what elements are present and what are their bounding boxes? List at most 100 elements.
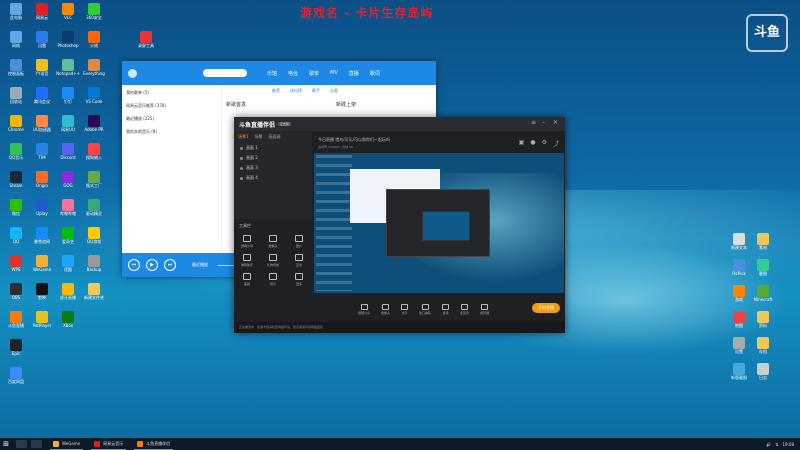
scene-item[interactable]: 画面 3 — [234, 163, 312, 173]
desktop-icon[interactable]: Uplay — [29, 198, 55, 228]
desktop-icon[interactable]: Xbox — [55, 310, 81, 340]
tool-button[interactable]: 音乐 — [260, 273, 286, 286]
minimize-icon[interactable]: – — [542, 120, 548, 126]
start-live-button[interactable]: 开始直播 — [532, 303, 560, 313]
taskbar-app[interactable]: 网易云音乐 — [91, 438, 127, 450]
task-view-icon[interactable] — [31, 440, 42, 448]
desktop-icon[interactable]: 百度网盘 — [3, 366, 29, 396]
live-streaming-window[interactable]: 斗鱼直播伴侣 正式版 ≡ – ✕ 今日直播 猎鸟/可乐/可以和你们一起玩吗 房间… — [234, 117, 565, 333]
desktop-icon[interactable]: YY语音 — [29, 58, 55, 88]
desktop-icon[interactable]: GOG — [55, 170, 81, 200]
music-subtab[interactable]: 分类 — [330, 88, 338, 94]
desktop-icon[interactable]: OBS — [3, 282, 29, 312]
sidebar-item[interactable]: 我的歌单 (5) — [126, 90, 217, 96]
desktop-icon[interactable]: 此电脑 — [3, 2, 29, 32]
tool-button[interactable]: 摄像头 — [260, 235, 286, 248]
desktop-icon[interactable]: 优酷 — [55, 254, 81, 284]
source-button[interactable]: 麦克风 — [460, 303, 469, 315]
tool-button[interactable]: 美颜 — [234, 273, 260, 286]
desktop-icon[interactable]: Adobe PR — [81, 114, 107, 144]
desktop-icon[interactable]: 录屏工具 — [133, 30, 159, 60]
desktop-icon[interactable]: WeGame — [29, 254, 55, 284]
source-button[interactable]: 文字 — [401, 303, 409, 315]
sidebar-item[interactable]: 网易云音乐推荐 (178) — [126, 103, 217, 109]
desktop-icon[interactable]: 360安全 — [81, 2, 107, 32]
windows-start-icon[interactable]: ⊞ — [0, 438, 12, 450]
desktop-icon[interactable]: 日志 — [750, 362, 776, 392]
network-icon[interactable]: ⇅ — [775, 442, 778, 447]
eye-icon[interactable] — [240, 146, 243, 150]
user-avatar[interactable] — [128, 68, 137, 78]
desktop-icon[interactable]: QQ音乐 — [3, 142, 29, 172]
desktop-icon[interactable]: Everything — [81, 58, 107, 88]
source-button[interactable]: 游戏 — [442, 303, 450, 315]
eye-icon[interactable] — [240, 166, 243, 170]
desktop-icon[interactable]: Photoshop — [55, 30, 81, 60]
taskbar-app[interactable]: WeGame — [50, 438, 84, 450]
desktop-icon[interactable]: 网易云 — [29, 2, 55, 32]
desktop-icon[interactable]: Epic — [3, 338, 29, 368]
desktop-icon[interactable]: 微信 — [3, 198, 29, 228]
share-icon[interactable]: ⤴ — [553, 139, 559, 148]
desktop-icon[interactable]: 控制面板 — [3, 58, 29, 88]
scene-tab[interactable]: 画面源 — [269, 134, 281, 140]
volume-icon[interactable]: 🔊 — [766, 442, 771, 447]
desktop-icon[interactable]: 斗鱼直播 — [3, 310, 29, 340]
screenshot-icon[interactable]: ▣ — [519, 139, 525, 148]
source-button[interactable]: 扬声器 — [480, 303, 489, 315]
menu-icon[interactable]: ≡ — [531, 120, 537, 126]
desktop-icon[interactable]: 网络 — [3, 30, 29, 60]
desktop-icon[interactable]: Discord — [55, 142, 81, 172]
desktop-icon[interactable]: 搜狗输入 — [81, 142, 107, 172]
desktop-icon[interactable]: WPS — [3, 254, 29, 284]
desktop-icon[interactable]: 火绒 — [81, 30, 107, 60]
tool-button[interactable]: 礼物特效 — [260, 254, 286, 267]
music-tab[interactable]: 歌词 — [370, 70, 380, 77]
prev-track-button[interactable]: ⏮ — [128, 259, 140, 271]
desktop-icon[interactable]: 回收站 — [3, 86, 29, 116]
sidebar-item[interactable]: 我的本地音乐 (8) — [126, 129, 217, 135]
desktop-icon[interactable]: VLC — [55, 2, 81, 32]
eye-icon[interactable] — [240, 156, 243, 160]
source-button[interactable]: 窗口捕获 — [419, 303, 431, 315]
desktop-icon[interactable]: 新建文件夹 — [81, 282, 107, 312]
music-tab[interactable]: MV — [330, 70, 338, 77]
music-search-input[interactable] — [203, 69, 247, 77]
desktop-icon[interactable]: Notepad++ — [55, 58, 81, 88]
music-subtab[interactable]: 排行榜 — [290, 88, 302, 94]
desktop-icon[interactable]: 剪映 — [29, 282, 55, 312]
scene-tab[interactable]: 场景 — [255, 134, 263, 140]
desktop-icon[interactable]: 网易UU — [55, 114, 81, 144]
search-icon[interactable] — [16, 440, 27, 448]
desktop-icon[interactable]: QQ — [3, 226, 29, 256]
desktop-icon[interactable]: 格式工厂 — [81, 170, 107, 200]
desktop-icon[interactable]: 爱奇艺 — [55, 226, 81, 256]
scene-tab[interactable]: 场景1 — [238, 134, 249, 140]
next-track-button[interactable]: ⏭ — [164, 259, 176, 271]
tool-button[interactable]: 互动 — [286, 254, 312, 267]
desktop-icon[interactable]: Origin — [29, 170, 55, 200]
scene-item[interactable]: 画面 4 — [234, 173, 312, 183]
desktop-icon[interactable]: QQ游戏 — [81, 226, 107, 256]
tool-button[interactable]: 屏幕分享 — [234, 235, 260, 248]
taskbar-app[interactable]: 斗鱼直播伴侣 — [134, 438, 174, 450]
desktop-icon[interactable]: Chrome — [3, 114, 29, 144]
close-icon[interactable]: ✕ — [553, 120, 559, 126]
music-subtab[interactable]: 歌手 — [312, 88, 320, 94]
settings-icon[interactable]: ⚙ — [542, 139, 547, 148]
desktop-icon[interactable]: 迅雷 — [29, 30, 55, 60]
desktop-icon[interactable]: UU加速器 — [29, 114, 55, 144]
desktop-icon[interactable]: PotPlayer — [29, 310, 55, 340]
music-tab[interactable]: 直播 — [349, 70, 359, 77]
music-tab[interactable]: 歌单 — [309, 70, 319, 77]
desktop-icon[interactable]: 暴雪战网 — [29, 226, 55, 256]
desktop-icon[interactable]: VS Code — [81, 86, 107, 116]
record-icon[interactable]: ● — [530, 139, 535, 148]
desktop-icon[interactable]: TIM — [29, 142, 55, 172]
desktop-icon[interactable]: Backup — [81, 254, 107, 284]
desktop-icon[interactable]: 驱动精灵 — [81, 198, 107, 228]
desktop-icon[interactable]: 腾讯会议 — [29, 86, 55, 116]
clock[interactable]: 19:08 — [782, 442, 794, 447]
source-button[interactable]: 屏幕分享 — [358, 303, 370, 315]
play-button[interactable]: ▶ — [146, 259, 158, 271]
